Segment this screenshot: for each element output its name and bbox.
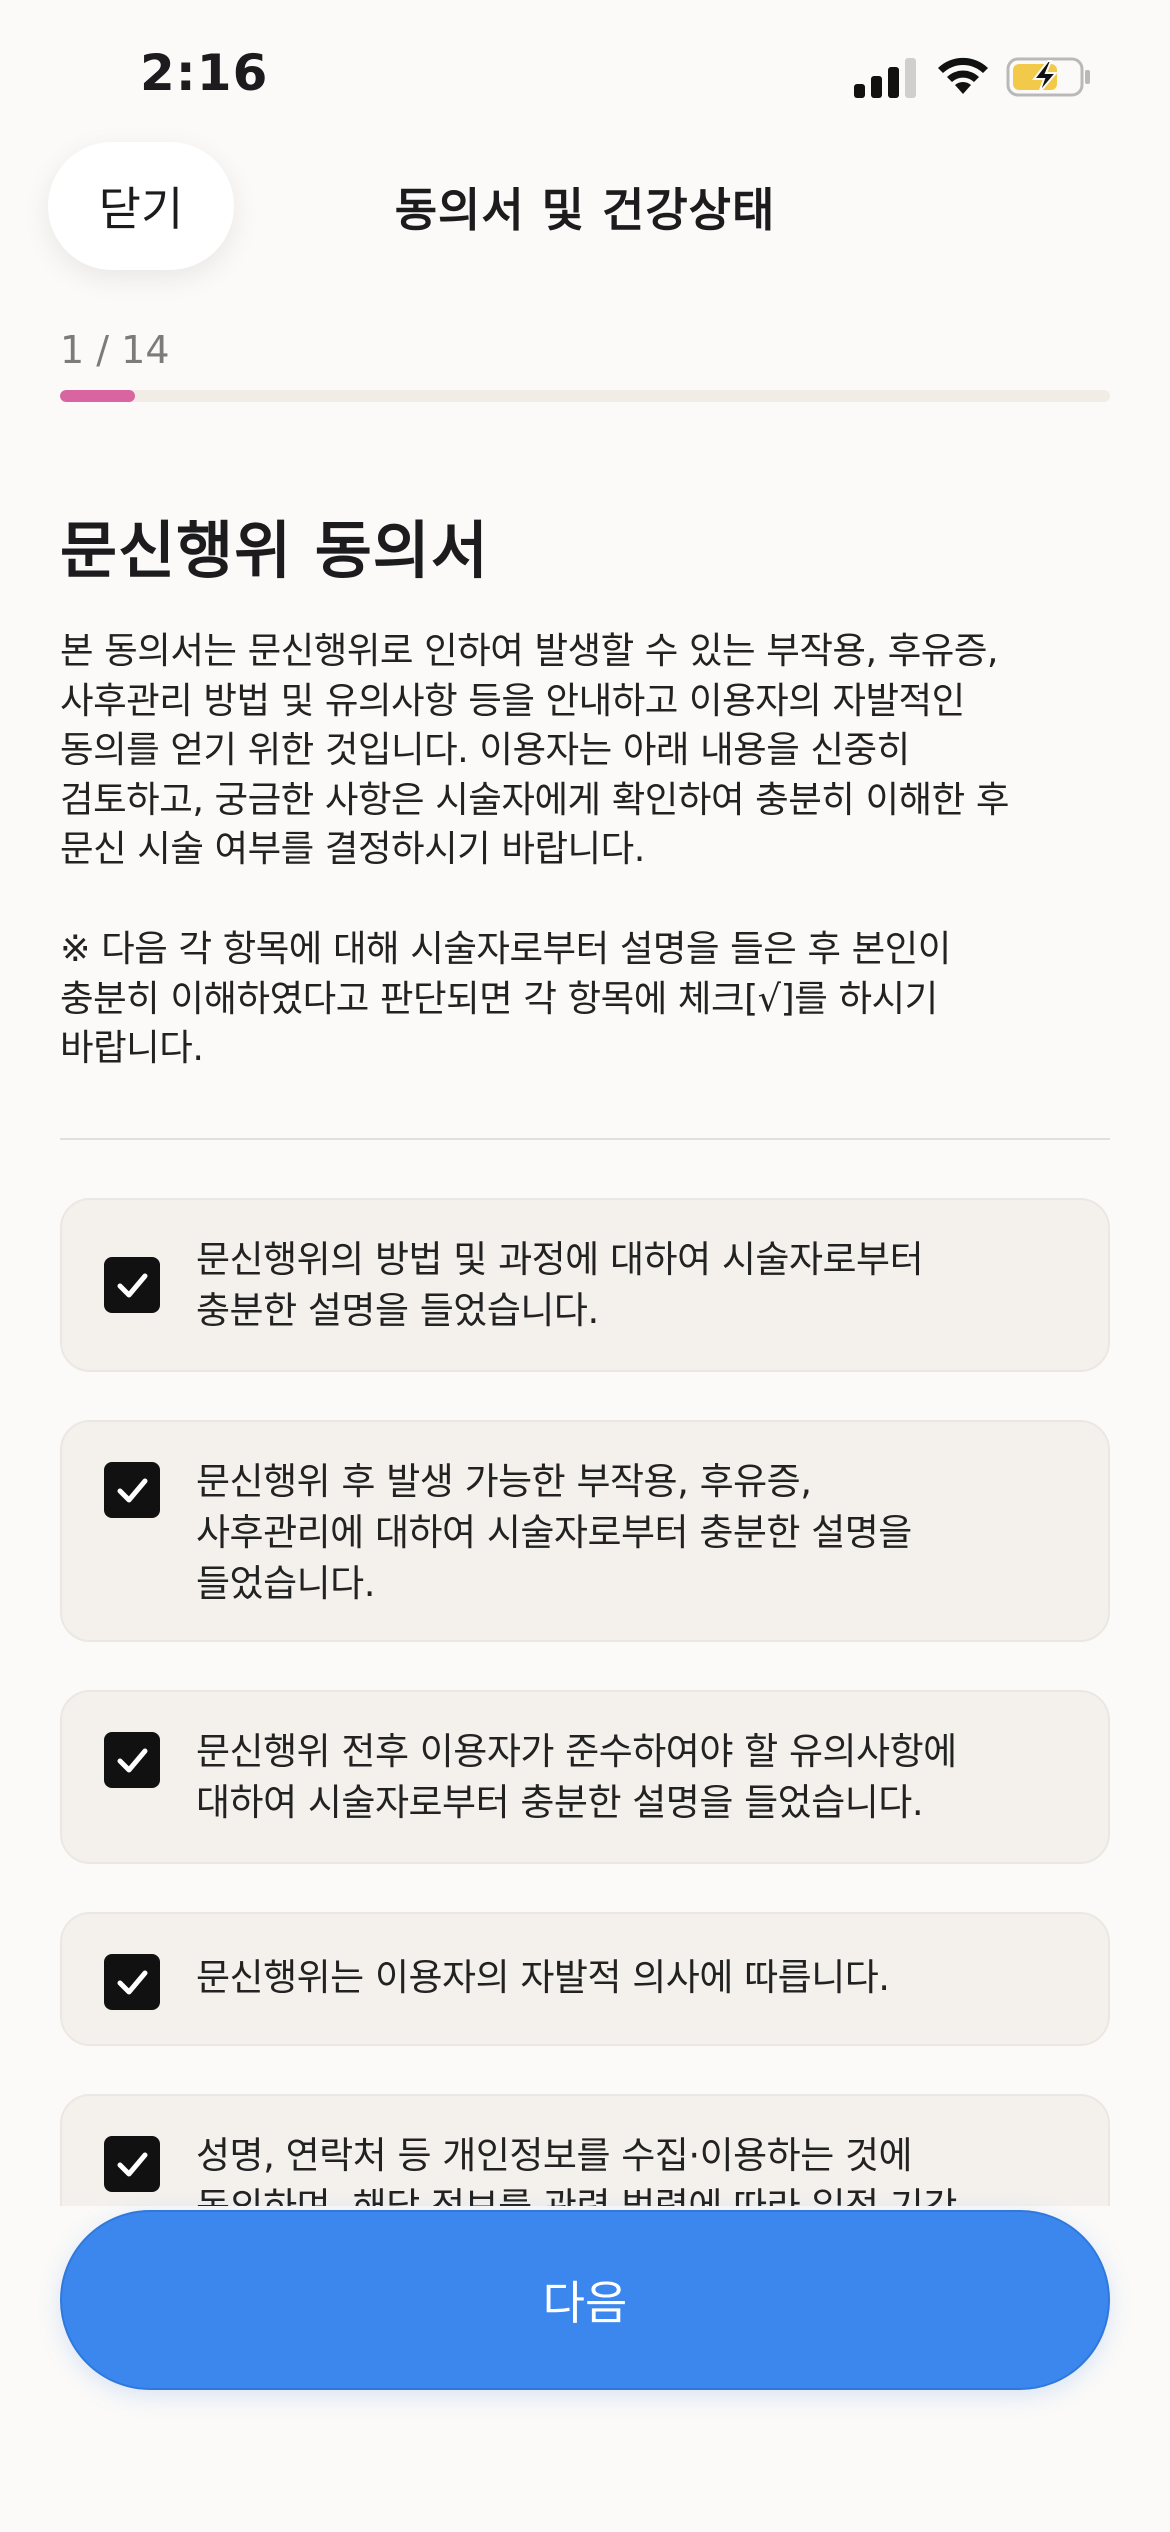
battery-charging-icon (1006, 57, 1090, 97)
consent-item-label: 문신행위의 방법 및 과정에 대하여 시술자로부터 충분한 설명을 들었습니다. (196, 1238, 924, 1332)
consent-item-side-effects[interactable]: 문신행위 후 발생 가능한 부작용, 후유증, 사후관리에 대하여 시술자로부터… (60, 1420, 1110, 1642)
checkmark-icon (117, 2152, 148, 2177)
consent-item-label: 문신행위 전후 이용자가 준수하여야 할 유의사항에 대하여 시술자로부터 충분… (196, 1730, 957, 1824)
consent-item-label: 문신행위는 이용자의 자발적 의사에 따릅니다. (196, 1956, 890, 1999)
consent-item-voluntary[interactable]: 문신행위는 이용자의 자발적 의사에 따릅니다. (60, 1912, 1110, 2046)
page-title: 동의서 및 건강상태 (394, 183, 776, 237)
cellular-signal-icon (854, 58, 916, 98)
checkbox[interactable] (104, 1462, 160, 1518)
next-button[interactable]: 다음 (60, 2210, 1110, 2390)
checkmark-icon (117, 1273, 148, 1298)
checkbox[interactable] (104, 1257, 160, 1313)
consent-item-label: 문신행위 후 발생 가능한 부작용, 후유증, 사후관리에 대하여 시술자로부터… (196, 1460, 912, 1605)
consent-intro-text: 본 동의서는 문신행위로 인하여 발생할 수 있는 부작용, 후유증, 사후관리… (60, 629, 1009, 870)
consent-item-method[interactable]: 문신행위의 방법 및 과정에 대하여 시술자로부터 충분한 설명을 들었습니다. (60, 1198, 1110, 1372)
status-bar: 2:16 (0, 0, 1170, 140)
progress-fill (60, 390, 135, 402)
checkmark-icon (117, 1478, 148, 1503)
status-time: 2:16 (140, 44, 269, 102)
wifi-icon (938, 57, 988, 94)
consent-item-precautions[interactable]: 문신행위 전후 이용자가 준수하여야 할 유의사항에 대하여 시술자로부터 충분… (60, 1690, 1110, 1864)
checkmark-icon (117, 1748, 148, 1773)
checkmark-icon (117, 1970, 148, 1995)
checkbox[interactable] (104, 1732, 160, 1788)
divider (60, 1138, 1110, 1140)
checkbox[interactable] (104, 2136, 160, 2192)
checkbox[interactable] (104, 1954, 160, 2010)
progress-bar (60, 390, 1110, 402)
consent-screen: 2:16 닫기 동의서 및 건강상태 1 / 14 문신행위 동의서 본 동의서… (0, 0, 1170, 2532)
consent-heading: 문신행위 동의서 (60, 514, 489, 587)
progress-label: 1 / 14 (60, 328, 170, 372)
consent-notice-text: ※ 다음 각 항목에 대해 시술자로부터 설명을 들은 후 본인이 충분히 이해… (60, 927, 951, 1069)
